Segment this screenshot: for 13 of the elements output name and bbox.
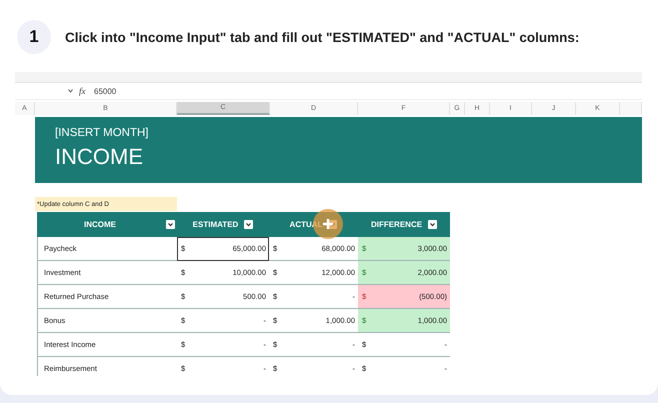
caret-icon[interactable] bbox=[68, 89, 73, 93]
function-label: fx bbox=[79, 86, 86, 96]
step-instruction: Click into "Income Input" tab and fill out "ESTIMATED" and "ACTUAL" columns: bbox=[65, 30, 580, 44]
dropdown-icon[interactable] bbox=[428, 220, 438, 229]
column-heading: DIFFERENCE bbox=[358, 212, 450, 237]
dropdown-icon[interactable] bbox=[244, 220, 254, 229]
column-heading: ESTIMATED bbox=[177, 212, 269, 237]
step-number: 1 bbox=[17, 20, 51, 54]
column-heading: INCOME bbox=[37, 212, 177, 237]
formula-value[interactable]: 65000 bbox=[94, 86, 116, 96]
banner-subtitle: [INSERT MONTH] bbox=[55, 127, 150, 139]
banner-title: INCOME bbox=[55, 145, 144, 169]
dropdown-icon[interactable] bbox=[166, 220, 175, 229]
